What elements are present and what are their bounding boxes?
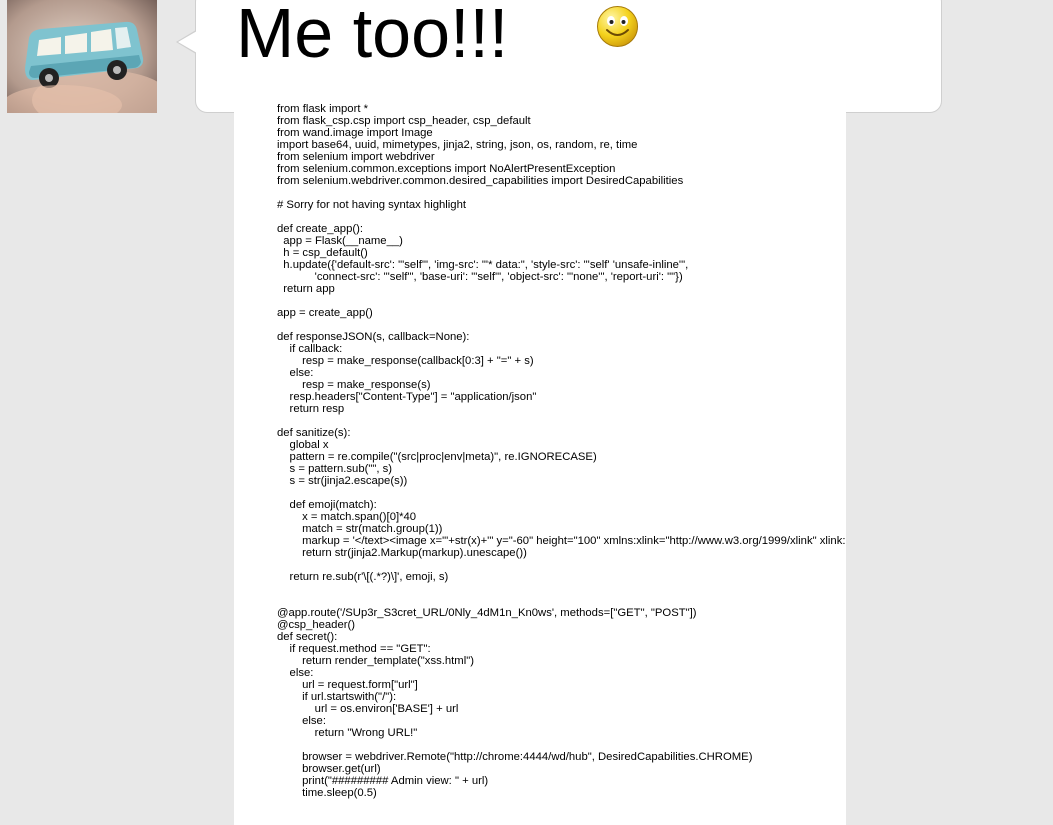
source-code: from flask import * from flask_csp.csp i…: [277, 103, 846, 799]
code-line: return resp: [277, 403, 345, 415]
code-line: @app.route('/SUp3r_S3cret_URL/0Nly_4dM1n…: [277, 607, 697, 619]
code-line: else:: [277, 367, 314, 379]
code-line: def secret():: [277, 631, 338, 643]
code-line: def sanitize(s):: [277, 427, 351, 439]
code-line: from wand.image import Image: [277, 127, 433, 139]
code-line: match = str(match.group(1)): [277, 523, 443, 535]
code-line: def responseJSON(s, callback=None):: [277, 331, 470, 343]
message-text-container: Me too!!!: [236, 0, 566, 62]
code-line: x = match.span()[0]*40: [277, 511, 417, 523]
code-line: import base64, uuid, mimetypes, jinja2, …: [277, 139, 638, 151]
smiley-face-icon: [597, 6, 638, 47]
code-line: s = pattern.sub("", s): [277, 463, 393, 475]
code-line: resp = make_response(s): [277, 379, 431, 391]
code-line: from flask import *: [277, 103, 369, 115]
code-line: global x: [277, 439, 329, 451]
code-line: app = create_app(): [277, 307, 373, 319]
code-line: return render_template("xss.html"): [277, 655, 474, 667]
code-line: markup = '</text><image x="'+str(x)+'" y…: [302, 535, 846, 547]
code-line: else:: [277, 667, 314, 679]
message-text: Me too!!!: [236, 0, 509, 62]
code-line: from selenium.webdriver.common.desired_c…: [277, 175, 684, 187]
code-line: h.update({'default-src': "'self'", 'img-…: [277, 259, 689, 271]
code-line: return re.sub(r'\[(.*?)\]', emoji, s): [277, 571, 449, 583]
toy-car-icon: [7, 0, 157, 113]
code-line: print("######### Admin view: " + url): [277, 775, 489, 787]
code-line: from selenium.common.exceptions import N…: [277, 163, 616, 175]
code-line: pattern = re.compile("(src|proc|env|meta…: [277, 451, 597, 463]
code-line: resp.headers["Content-Type"] = "applicat…: [277, 391, 537, 403]
code-line: from selenium import webdriver: [277, 151, 435, 163]
code-line: resp = make_response(callback[0:3] + "="…: [277, 355, 534, 367]
code-line: if request.method == "GET":: [277, 643, 431, 655]
code-line: if callback:: [277, 343, 343, 355]
code-line: browser = webdriver.Remote("http://chrom…: [277, 751, 753, 763]
code-line: 'connect-src': "'self'", 'base-uri': "'s…: [277, 271, 683, 283]
code-line: else:: [277, 715, 326, 727]
bubble-tail-fill: [178, 31, 197, 53]
code-line: browser.get(url): [277, 763, 381, 775]
code-line: url = os.environ['BASE'] + url: [277, 703, 459, 715]
code-line: url = request.form["url"]: [277, 679, 418, 691]
code-line: s = str(jinja2.escape(s)): [277, 475, 408, 487]
code-line: h = csp_default(): [277, 247, 368, 259]
code-panel: from flask import * from flask_csp.csp i…: [234, 98, 846, 825]
code-line: def emoji(match):: [277, 499, 377, 511]
code-line: def create_app():: [277, 223, 364, 235]
code-line: return app: [277, 283, 335, 295]
code-line: @csp_header(): [277, 619, 356, 631]
code-line: time.sleep(0.5): [277, 787, 377, 799]
toy-car-avatar: [7, 0, 157, 113]
code-line: return str(jinja2.Markup(markup).unescap…: [277, 547, 527, 559]
code-line: app = Flask(__name__): [277, 235, 403, 247]
code-line: # Sorry for not having syntax highlight: [277, 199, 467, 211]
code-line: if url.startswith("/"):: [277, 691, 397, 703]
code-line: return "Wrong URL!": [277, 727, 418, 739]
code-line: from flask_csp.csp import csp_header, cs…: [277, 115, 531, 127]
